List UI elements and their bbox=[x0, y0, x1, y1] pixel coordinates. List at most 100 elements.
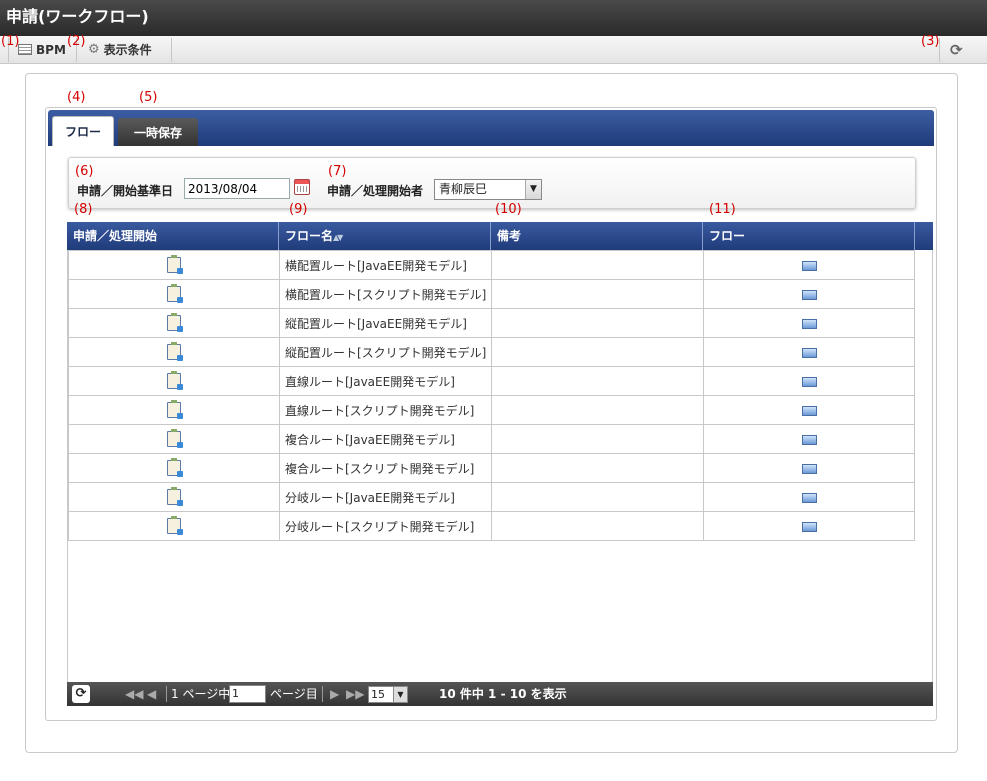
page-size-select[interactable]: 15 ▼ bbox=[368, 686, 408, 703]
prev-page-icon[interactable]: ◀ bbox=[147, 682, 156, 706]
flow-diagram-icon[interactable] bbox=[801, 463, 817, 474]
refresh-icon: ⟳ bbox=[950, 40, 963, 59]
annotation-7: (7) bbox=[328, 164, 347, 179]
column-header-flow-name[interactable]: フロー名▲▼ bbox=[279, 222, 491, 250]
table-row: 分岐ルート[JavaEE開発モデル] bbox=[68, 482, 915, 512]
flow-diagram-icon[interactable] bbox=[801, 492, 817, 503]
annotation-6: (6) bbox=[75, 164, 94, 179]
calendar-icon[interactable] bbox=[294, 179, 310, 195]
first-page-icon[interactable]: ◀◀ bbox=[125, 682, 143, 706]
start-cell bbox=[68, 482, 280, 512]
window-title: 申請(ワークフロー) bbox=[0, 0, 987, 36]
base-date-label: 申請／開始基準日 bbox=[77, 184, 174, 198]
start-cell bbox=[68, 308, 280, 338]
flow-diagram-icon[interactable] bbox=[801, 347, 817, 358]
start-cell bbox=[68, 424, 280, 454]
gear-icon: ⚙ bbox=[88, 42, 100, 57]
annotation-8: (8) bbox=[74, 202, 93, 217]
flow-cell bbox=[703, 279, 915, 309]
pager-divider bbox=[322, 686, 323, 702]
column-header-start[interactable]: 申請／処理開始 bbox=[67, 222, 279, 250]
start-application-icon[interactable] bbox=[167, 313, 183, 332]
start-cell bbox=[68, 337, 280, 367]
flow-cell bbox=[703, 337, 915, 367]
start-application-icon[interactable] bbox=[167, 371, 183, 390]
starter-select[interactable]: 青柳辰巳 ▼ bbox=[434, 179, 542, 200]
flow-diagram-icon[interactable] bbox=[801, 405, 817, 416]
remarks-cell bbox=[491, 337, 704, 367]
start-application-icon[interactable] bbox=[167, 284, 183, 303]
tab-flow[interactable]: フロー bbox=[52, 116, 114, 146]
start-application-icon[interactable] bbox=[167, 487, 183, 506]
next-page-icon[interactable]: ▶ bbox=[330, 682, 339, 706]
flow-cell bbox=[703, 453, 915, 483]
toolbar: BPM ⚙ 表示条件 ⟳ bbox=[0, 36, 987, 64]
flow-name-cell: 分岐ルート[JavaEE開発モデル] bbox=[279, 482, 492, 512]
table-row: 直線ルート[JavaEE開発モデル] bbox=[68, 366, 915, 396]
page-prefix-label: 1 ページ中 bbox=[171, 687, 231, 701]
start-application-icon[interactable] bbox=[167, 458, 183, 477]
start-application-icon[interactable] bbox=[167, 429, 183, 448]
remarks-cell bbox=[491, 308, 704, 338]
display-condition-button[interactable]: ⚙ 表示条件 bbox=[88, 36, 152, 63]
flow-cell bbox=[703, 395, 915, 425]
annotation-11: (11) bbox=[709, 202, 736, 217]
starter-select-value: 青柳辰巳 bbox=[439, 182, 488, 196]
start-application-icon[interactable] bbox=[167, 400, 183, 419]
record-summary: 10 件中 1 - 10 を表示 bbox=[439, 687, 567, 701]
table-row: 直線ルート[スクリプト開発モデル] bbox=[68, 395, 915, 425]
bpm-button[interactable]: BPM bbox=[18, 36, 66, 63]
flow-diagram-icon[interactable] bbox=[801, 318, 817, 329]
reload-button[interactable]: ⟳ bbox=[72, 685, 90, 703]
pager-divider bbox=[166, 686, 167, 702]
flow-diagram-icon[interactable] bbox=[801, 260, 817, 271]
flow-diagram-icon[interactable] bbox=[801, 521, 817, 532]
remarks-cell bbox=[491, 482, 704, 512]
annotation-1: (1) bbox=[1, 34, 20, 49]
flow-diagram-icon[interactable] bbox=[801, 376, 817, 387]
grid-header: 申請／処理開始 フロー名▲▼ 備考 フロー bbox=[67, 222, 933, 250]
start-cell bbox=[68, 366, 280, 396]
flow-name-cell: 横配置ルート[JavaEE開発モデル] bbox=[279, 250, 492, 280]
flow-name-cell: 複合ルート[JavaEE開発モデル] bbox=[279, 424, 492, 454]
display-condition-label: 表示条件 bbox=[103, 43, 152, 57]
grid-icon bbox=[18, 44, 32, 55]
table-row: 横配置ルート[スクリプト開発モデル] bbox=[68, 279, 915, 309]
remarks-cell bbox=[491, 279, 704, 309]
tab-temporary-save[interactable]: 一時保存 bbox=[118, 118, 198, 146]
flow-cell bbox=[703, 511, 915, 541]
flow-name-cell: 直線ルート[JavaEE開発モデル] bbox=[279, 366, 492, 396]
start-application-icon[interactable] bbox=[167, 255, 183, 274]
flow-cell bbox=[703, 424, 915, 454]
chevron-down-icon: ▼ bbox=[525, 180, 541, 199]
bpm-label: BPM bbox=[36, 42, 66, 57]
start-cell bbox=[68, 395, 280, 425]
flow-diagram-icon[interactable] bbox=[801, 289, 817, 300]
table-row: 縦配置ルート[スクリプト開発モデル] bbox=[68, 337, 915, 367]
start-application-icon[interactable] bbox=[167, 342, 183, 361]
annotation-10: (10) bbox=[495, 202, 522, 217]
base-date-input[interactable] bbox=[184, 178, 290, 199]
start-cell bbox=[68, 453, 280, 483]
column-header-flow[interactable]: フロー bbox=[703, 222, 915, 250]
annotation-5: (5) bbox=[139, 90, 158, 105]
pager: ⟳ ◀◀ ◀ 1 ページ中 1 ページ目 ▶ ▶▶ 15 ▼ 10 件中 1 -… bbox=[67, 682, 933, 706]
refresh-button[interactable]: ⟳ bbox=[950, 36, 963, 63]
flow-diagram-icon[interactable] bbox=[801, 434, 817, 445]
flow-name-cell: 縦配置ルート[スクリプト開発モデル] bbox=[279, 337, 492, 367]
flow-name-cell: 分岐ルート[スクリプト開発モデル] bbox=[279, 511, 492, 541]
annotation-9: (9) bbox=[289, 202, 308, 217]
remarks-cell bbox=[491, 366, 704, 396]
start-application-icon[interactable] bbox=[167, 516, 183, 535]
annotation-2: (2) bbox=[67, 34, 86, 49]
column-header-flow-name-label: フロー名 bbox=[285, 229, 334, 243]
start-cell bbox=[68, 511, 280, 541]
page-number-input[interactable]: 1 bbox=[229, 685, 266, 703]
start-cell bbox=[68, 250, 280, 280]
remarks-cell bbox=[491, 250, 704, 280]
flow-cell bbox=[703, 482, 915, 512]
sort-icon: ▲▼ bbox=[333, 233, 343, 242]
start-cell bbox=[68, 279, 280, 309]
column-header-remarks[interactable]: 備考 bbox=[491, 222, 703, 250]
last-page-icon[interactable]: ▶▶ bbox=[346, 682, 364, 706]
